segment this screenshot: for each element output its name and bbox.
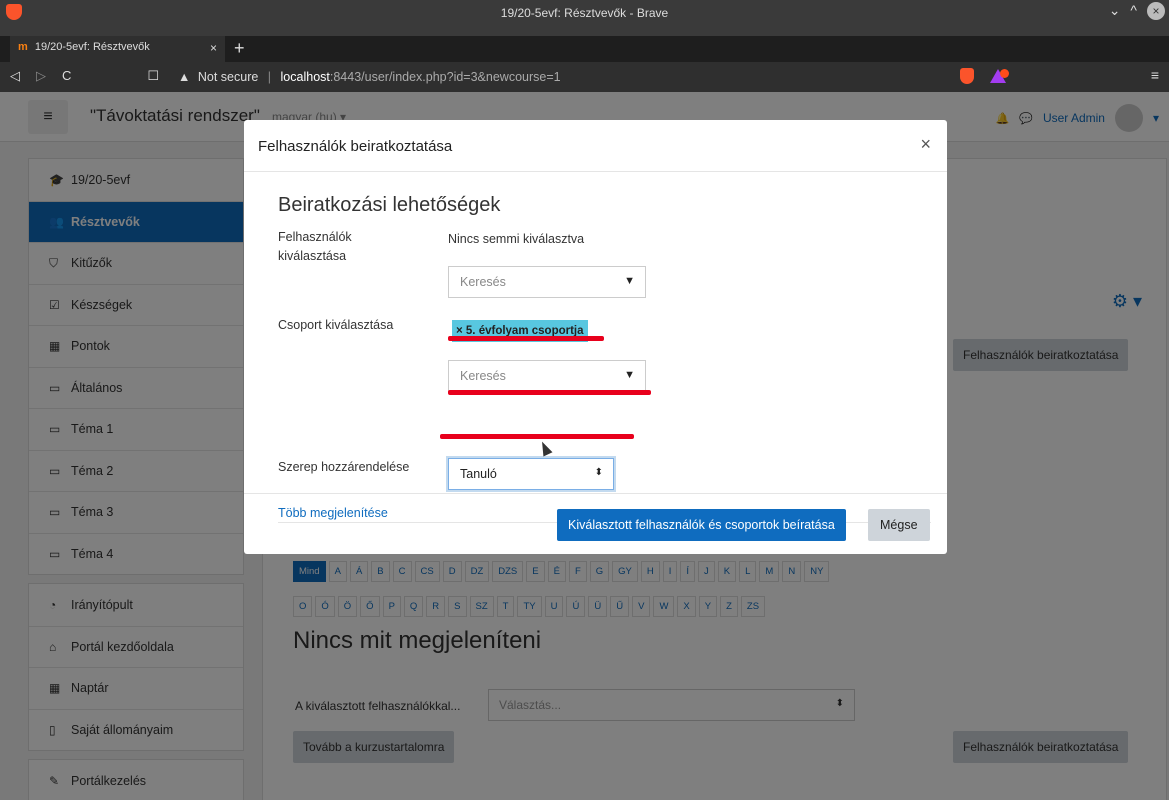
extension-icons [960,68,1009,84]
url-path: :8443/user/index.php?id=3&newcourse=1 [329,70,561,84]
window-titlebar: 19/20-5evf: Résztvevők - Brave ⌄ ^ × [0,0,1169,36]
annotation-underline [440,434,634,439]
tab-participants[interactable]: m 19/20-5evf: Résztvevők × [10,36,225,62]
window-close-icon[interactable]: × [1147,2,1165,20]
dropdown-arrow-icon[interactable]: ▼ [624,275,635,287]
cancel-button[interactable]: Mégse [868,509,930,541]
role-value: Tanuló [460,467,497,481]
security-label: Not secure [197,70,259,84]
nav-buttons: ◁ ▷ C ☐ [10,68,159,84]
select-caret-icon: ⬍ [594,467,603,478]
window-title: 19/20-5evf: Résztvevők - Brave [500,6,669,20]
brave-shield-icon[interactable] [960,68,974,84]
maximize-icon[interactable]: ^ [1130,2,1137,20]
users-search-input[interactable]: Keresés ▼ [448,266,646,298]
annotation-underline [448,336,604,341]
modal-body: Beiratkozási lehetőségek Felhasználók ki… [244,172,947,523]
bookmark-icon[interactable]: ☐ [147,68,159,84]
tab-close-icon[interactable]: × [210,41,217,55]
url-separator: | [267,70,272,84]
address-bar: ◁ ▷ C ☐ ▲ Not secure | localhost:8443/us… [0,62,1169,92]
users-search-placeholder: Keresés [460,275,506,289]
select-users-label: Felhasználók kiválasztása [278,230,352,263]
cohort-search-placeholder: Keresés [460,369,506,383]
annotation-underline [448,390,651,395]
reload-icon[interactable]: C [62,68,71,84]
no-selection-text: Nincs semmi kiválasztva [448,232,585,246]
close-icon[interactable]: × [920,134,931,155]
back-icon[interactable]: ◁ [10,68,20,84]
minimize-icon[interactable]: ⌄ [1109,2,1121,20]
new-tab-button[interactable]: + [234,38,245,59]
url-host: localhost [280,70,330,84]
dropdown-arrow-icon[interactable]: ▼ [624,369,635,381]
assign-role-label: Szerep hozzárendelése [278,460,410,474]
moodle-favicon-icon: m [18,41,28,53]
select-cohort-label: Csoport kiválasztása [278,318,394,332]
browser-menu-icon[interactable]: ≡ [1151,67,1159,83]
role-select[interactable]: Tanuló ⬍ [448,458,614,490]
forward-icon[interactable]: ▷ [36,68,46,84]
tab-bar: m 19/20-5evf: Résztvevők × + [0,36,1169,62]
modal-title: Felhasználók beiratkoztatása [258,138,453,155]
window-controls: ⌄ ^ × [1109,2,1165,20]
url-input[interactable]: ▲ Not secure | localhost:8443/user/index… [172,66,948,88]
cohort-search-input[interactable]: Keresés ▼ [448,360,646,392]
brave-rewards-icon[interactable] [990,69,1009,83]
modal-footer: Kiválasztott felhasználók és csoportok b… [244,493,947,554]
tab-title: 19/20-5evf: Résztvevők [34,41,150,53]
enrol-selected-button[interactable]: Kiválasztott felhasználók és csoportok b… [557,509,846,541]
enrol-options-heading: Beiratkozási lehetőségek [278,194,501,216]
warning-icon: ▲ [178,70,191,84]
modal-header: Felhasználók beiratkoztatása × [244,120,947,172]
